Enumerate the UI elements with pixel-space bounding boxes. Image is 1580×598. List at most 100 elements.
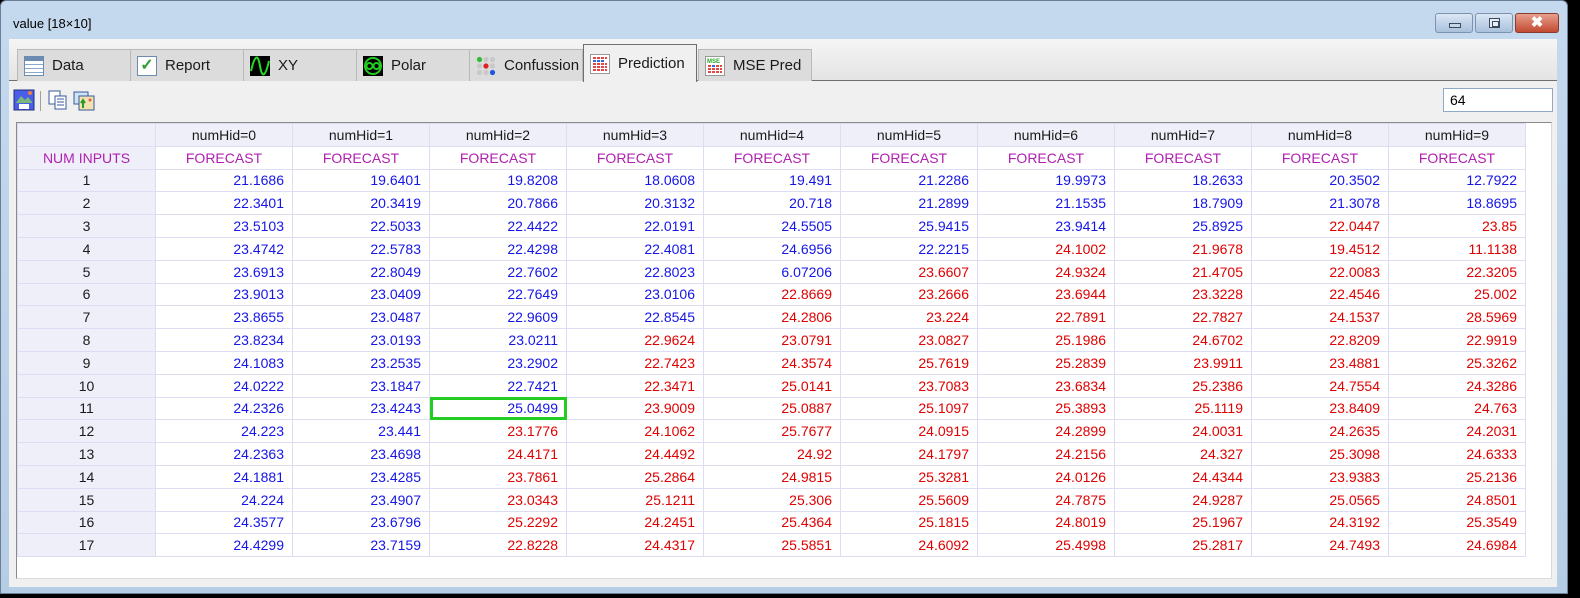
data-cell[interactable]: 28.5969: [1388, 305, 1526, 330]
data-cell[interactable]: 25.5851: [703, 533, 841, 558]
data-cell[interactable]: 21.2899: [840, 191, 978, 216]
data-cell[interactable]: 24.224: [155, 487, 293, 512]
data-cell[interactable]: 11.1138: [1388, 236, 1526, 261]
data-cell[interactable]: 22.7827: [1114, 305, 1252, 330]
column-header[interactable]: numHid=9: [1388, 123, 1526, 147]
data-cell[interactable]: 23.6913: [155, 259, 293, 284]
data-cell[interactable]: 23.85: [1388, 214, 1526, 238]
data-cell[interactable]: 20.3132: [566, 191, 704, 216]
data-cell[interactable]: 24.327: [1114, 442, 1252, 466]
data-cell[interactable]: 22.7423: [566, 350, 704, 375]
column-header[interactable]: numHid=5: [840, 123, 978, 147]
data-cell[interactable]: 22.3205: [1388, 259, 1526, 284]
data-cell[interactable]: 21.1686: [155, 168, 293, 193]
data-cell[interactable]: 25.3262: [1388, 350, 1526, 375]
data-cell[interactable]: 24.1083: [155, 350, 293, 375]
data-cell[interactable]: 22.9919: [1388, 328, 1526, 352]
data-cell[interactable]: 24.1537: [1251, 305, 1389, 330]
data-cell[interactable]: 25.2864: [566, 464, 704, 489]
data-cell[interactable]: 24.2899: [977, 419, 1115, 444]
row-header[interactable]: 4: [17, 236, 156, 261]
data-cell[interactable]: 12.7922: [1388, 168, 1526, 193]
data-cell[interactable]: 22.5033: [292, 214, 430, 238]
data-cell[interactable]: 24.3192: [1251, 510, 1389, 535]
data-cell[interactable]: 23.4907: [292, 487, 430, 512]
data-cell[interactable]: 22.0447: [1251, 214, 1389, 238]
row-header[interactable]: 17: [17, 533, 156, 558]
tab-polar[interactable]: Polar: [356, 49, 470, 81]
data-cell[interactable]: 23.9013: [155, 282, 293, 307]
data-cell[interactable]: 22.3401: [155, 191, 293, 216]
data-cell[interactable]: 24.2156: [977, 442, 1115, 466]
data-cell[interactable]: 23.8655: [155, 305, 293, 330]
data-cell[interactable]: 24.6956: [703, 236, 841, 261]
tab-confussion[interactable]: Confussion: [469, 49, 583, 81]
data-cell[interactable]: 24.3574: [703, 350, 841, 375]
data-cell[interactable]: 22.4422: [429, 214, 567, 238]
data-cell[interactable]: 24.1002: [977, 236, 1115, 261]
data-cell[interactable]: 23.9911: [1114, 350, 1252, 375]
row-header[interactable]: 9: [17, 350, 156, 375]
data-cell[interactable]: 25.2292: [429, 510, 567, 535]
data-cell[interactable]: 23.0409: [292, 282, 430, 307]
data-cell[interactable]: 25.1119: [1114, 396, 1252, 421]
data-cell[interactable]: 21.9678: [1114, 236, 1252, 261]
data-cell[interactable]: 23.1776: [429, 419, 567, 444]
data-cell[interactable]: 23.3228: [1114, 282, 1252, 307]
data-cell[interactable]: 19.8208: [429, 168, 567, 193]
data-cell[interactable]: 25.1967: [1114, 510, 1252, 535]
data-cell[interactable]: 23.1847: [292, 373, 430, 398]
column-header[interactable]: numHid=2: [429, 123, 567, 147]
data-cell[interactable]: 24.0222: [155, 373, 293, 398]
data-cell[interactable]: 24.1062: [566, 419, 704, 444]
data-cell[interactable]: 22.7602: [429, 259, 567, 284]
data-cell[interactable]: 18.7909: [1114, 191, 1252, 216]
data-cell[interactable]: 24.2326: [155, 396, 293, 421]
data-cell[interactable]: 22.4546: [1251, 282, 1389, 307]
row-header[interactable]: 15: [17, 487, 156, 512]
data-cell[interactable]: 24.2451: [566, 510, 704, 535]
data-cell[interactable]: 24.8501: [1388, 487, 1526, 512]
data-cell[interactable]: 23.6607: [840, 259, 978, 284]
data-cell[interactable]: 22.7421: [429, 373, 567, 398]
data-cell[interactable]: 24.9324: [977, 259, 1115, 284]
data-cell[interactable]: 23.8409: [1251, 396, 1389, 421]
data-cell[interactable]: 20.3419: [292, 191, 430, 216]
data-cell[interactable]: 24.8019: [977, 510, 1115, 535]
data-cell[interactable]: 24.6702: [1114, 328, 1252, 352]
data-cell[interactable]: 20.718: [703, 191, 841, 216]
row-header[interactable]: 11: [17, 396, 156, 421]
data-cell[interactable]: 25.1211: [566, 487, 704, 512]
data-cell[interactable]: 23.7861: [429, 464, 567, 489]
data-cell[interactable]: 22.7649: [429, 282, 567, 307]
data-cell[interactable]: 25.9415: [840, 214, 978, 238]
minimize-button[interactable]: [1435, 13, 1473, 33]
data-cell[interactable]: 22.8209: [1251, 328, 1389, 352]
selected-data-cell[interactable]: 25.0499: [429, 396, 567, 421]
data-cell[interactable]: 24.92: [703, 442, 841, 466]
column-header[interactable]: numHid=6: [977, 123, 1115, 147]
data-cell[interactable]: 23.6796: [292, 510, 430, 535]
export-image-button[interactable]: [73, 89, 95, 111]
row-header[interactable]: 14: [17, 464, 156, 489]
data-cell[interactable]: 24.5505: [703, 214, 841, 238]
data-cell[interactable]: 22.4081: [566, 236, 704, 261]
title-bar[interactable]: value [18×10] ✖: [1, 1, 1567, 37]
copy-button[interactable]: [47, 89, 69, 111]
data-cell[interactable]: 24.223: [155, 419, 293, 444]
data-cell[interactable]: 24.9815: [703, 464, 841, 489]
data-cell[interactable]: 23.2535: [292, 350, 430, 375]
data-cell[interactable]: 23.0106: [566, 282, 704, 307]
tab-data[interactable]: Data: [17, 49, 131, 81]
data-cell[interactable]: 24.6092: [840, 533, 978, 558]
data-cell[interactable]: 23.9414: [977, 214, 1115, 238]
data-cell[interactable]: 22.4298: [429, 236, 567, 261]
tab-report[interactable]: ✓ Report: [130, 49, 244, 81]
data-cell[interactable]: 24.2363: [155, 442, 293, 466]
data-cell[interactable]: 24.3286: [1388, 373, 1526, 398]
row-header[interactable]: 7: [17, 305, 156, 330]
data-cell[interactable]: 25.4998: [977, 533, 1115, 558]
data-cell[interactable]: 18.2633: [1114, 168, 1252, 193]
data-cell[interactable]: 23.7083: [840, 373, 978, 398]
row-header[interactable]: 3: [17, 214, 156, 238]
